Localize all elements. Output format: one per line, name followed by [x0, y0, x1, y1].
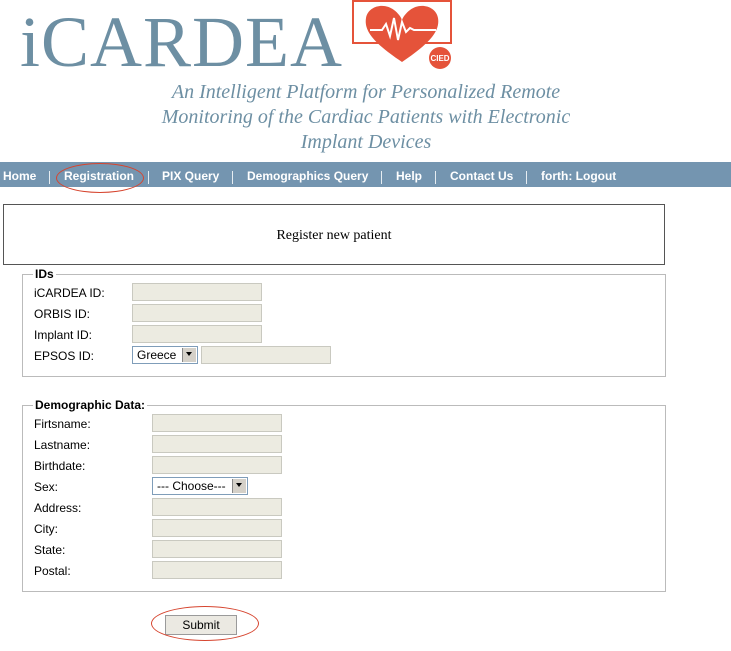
- epsos-id-input[interactable]: [201, 346, 331, 364]
- birthdate-label: Birthdate:: [34, 459, 86, 473]
- demographic-fieldset: Demographic Data:: [22, 398, 666, 592]
- logo-text: iCARDEA: [20, 2, 344, 82]
- implant-id-input[interactable]: [132, 325, 262, 343]
- epsos-id-label: EPSOS ID:: [34, 349, 95, 363]
- heart-logo-icon: CIED: [352, 0, 452, 69]
- orbis-id-label: ORBIS ID:: [34, 307, 91, 321]
- dropdown-arrow-icon[interactable]: [232, 479, 246, 493]
- postal-label: Postal:: [34, 564, 71, 578]
- nav-demographics-query[interactable]: Demographics Query: [247, 162, 368, 187]
- icardea-id-input[interactable]: [132, 283, 262, 301]
- tagline-line: Implant Devices: [300, 131, 432, 153]
- tagline-line: An Intelligent Platform for Personalized…: [171, 81, 561, 103]
- sex-select[interactable]: --- Choose---: [152, 477, 248, 495]
- nav-registration[interactable]: Registration: [64, 162, 134, 187]
- nav-divider: [232, 171, 233, 184]
- main-nav: Home Registration PIX Query Demographics…: [0, 162, 731, 187]
- nav-divider: [526, 171, 527, 184]
- address-input[interactable]: [152, 498, 282, 516]
- nav-logout[interactable]: forth: Logout: [541, 162, 616, 187]
- page-title-box: Register new patient: [3, 204, 665, 265]
- postal-input[interactable]: [152, 561, 282, 579]
- city-label: City:: [34, 522, 58, 536]
- nav-contact-us[interactable]: Contact Us: [450, 162, 513, 187]
- lastname-input[interactable]: [152, 435, 282, 453]
- firstname-label: Firtsname:: [34, 417, 91, 431]
- nav-divider: [148, 171, 149, 184]
- tagline: An Intelligent Platform for Personalized…: [140, 80, 592, 155]
- logo-badge: CIED: [430, 54, 449, 63]
- ids-fieldset: IDs: [22, 267, 666, 377]
- birthdate-input[interactable]: [152, 456, 282, 474]
- address-label: Address:: [34, 501, 82, 515]
- nav-divider: [381, 171, 382, 184]
- nav-help[interactable]: Help: [396, 162, 422, 187]
- nav-divider: [435, 171, 436, 184]
- firstname-input[interactable]: [152, 414, 282, 432]
- submit-button[interactable]: Submit: [165, 615, 237, 635]
- city-input[interactable]: [152, 519, 282, 537]
- ids-legend: IDs: [33, 267, 56, 281]
- nav-divider: [49, 171, 50, 184]
- lastname-label: Lastname:: [34, 438, 91, 452]
- page-title: Register new patient: [276, 228, 392, 243]
- tagline-line: Monitoring of the Cardiac Patients with …: [161, 106, 571, 128]
- demographic-legend: Demographic Data:: [33, 398, 148, 412]
- epsos-country-value: Greece: [137, 348, 177, 362]
- implant-id-label: Implant ID:: [34, 328, 93, 342]
- epsos-country-select[interactable]: Greece: [132, 346, 198, 364]
- dropdown-arrow-icon[interactable]: [182, 348, 196, 362]
- sex-select-value: --- Choose---: [157, 479, 226, 493]
- state-input[interactable]: [152, 540, 282, 558]
- nav-home[interactable]: Home: [3, 162, 36, 187]
- sex-label: Sex:: [34, 480, 59, 494]
- nav-pix-query[interactable]: PIX Query: [162, 162, 219, 187]
- icardea-id-label: iCARDEA ID:: [34, 286, 105, 300]
- state-label: State:: [34, 543, 66, 557]
- orbis-id-input[interactable]: [132, 304, 262, 322]
